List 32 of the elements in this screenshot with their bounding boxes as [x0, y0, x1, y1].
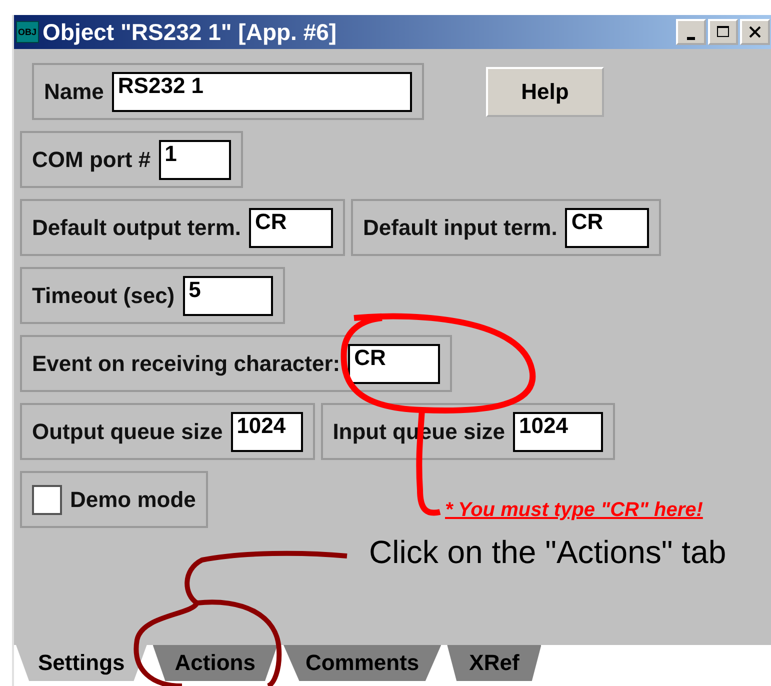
maximize-icon	[715, 25, 731, 39]
checkbox-label: Demo mode	[70, 486, 196, 512]
help-button[interactable]: Help	[486, 66, 604, 116]
window-title: Object "RS232 1" [App. #6]	[42, 18, 338, 46]
input-field[interactable]: CR	[348, 344, 440, 384]
minimize-icon	[687, 36, 695, 40]
maximize-button[interactable]	[708, 19, 738, 45]
input-field[interactable]: CR	[249, 208, 333, 248]
field-label: Event on receiving character:	[32, 350, 340, 376]
field-label: Name	[44, 78, 104, 104]
tab[interactable]: Comments	[283, 645, 442, 681]
minimize-button[interactable]	[676, 19, 706, 45]
field-label: Output queue size	[32, 418, 223, 444]
app-icon: OBJ	[16, 21, 39, 43]
checkbox[interactable]	[32, 484, 62, 514]
field-label: Default output term.	[32, 214, 241, 240]
close-icon	[748, 25, 762, 39]
annotation-instruction: Click on the "Actions" tab	[369, 534, 726, 570]
input-field[interactable]: RS232 1	[112, 72, 412, 112]
input-field[interactable]: 1024	[513, 412, 604, 452]
tab[interactable]: XRef	[447, 645, 542, 681]
tab[interactable]: Settings	[16, 645, 147, 681]
input-field[interactable]: 5	[182, 276, 273, 316]
annotation-note: * You must type "CR" here!	[445, 499, 703, 521]
tab[interactable]: Actions	[152, 645, 278, 681]
close-button[interactable]	[740, 19, 770, 45]
field-label: COM port #	[32, 146, 151, 172]
field-label: Default input term.	[363, 214, 558, 240]
field-label: Timeout (sec)	[32, 282, 175, 308]
input-field[interactable]: 1	[158, 140, 231, 180]
input-field[interactable]: 1024	[230, 412, 303, 452]
input-field[interactable]: CR	[565, 208, 650, 248]
